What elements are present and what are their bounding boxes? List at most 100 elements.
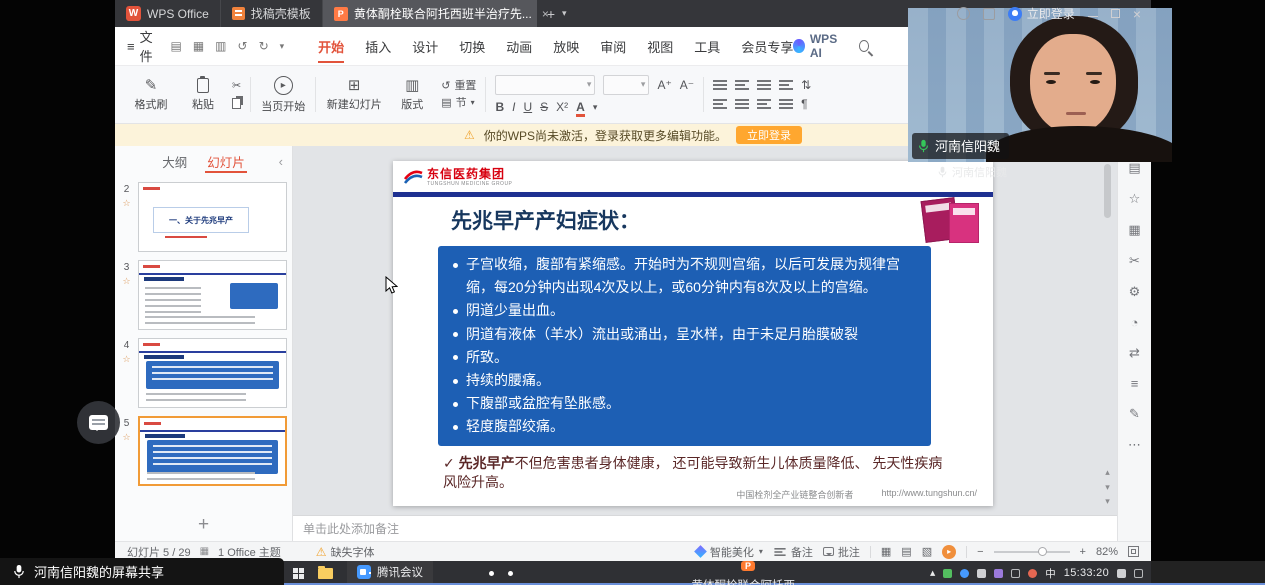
decrease-indent-icon[interactable] — [757, 80, 771, 90]
tab-home[interactable]: 开始 — [318, 27, 344, 65]
zoom-slider[interactable] — [994, 551, 1070, 553]
tab-member[interactable]: 会员专享 — [741, 27, 793, 65]
reading-view-icon[interactable]: ▧ — [922, 545, 932, 558]
underline-button[interactable]: U — [523, 100, 532, 114]
save-icon[interactable]: ▤ — [170, 39, 181, 53]
thumbnail-preview[interactable]: 一、关于先兆早产 — [138, 182, 287, 252]
outline-panel-icon[interactable]: ≡ — [1131, 376, 1139, 391]
slideshow-play-button[interactable]: ▸ — [942, 545, 956, 559]
bold-button[interactable]: B — [495, 100, 504, 114]
summary-note[interactable]: ✓ 先兆早产不但危害患者身体健康， 还可能导致新生儿体质量降低、 先天性疾病风险… — [443, 454, 948, 492]
copy-button[interactable] — [232, 98, 241, 109]
scroll-down-icon[interactable]: ▾ — [1105, 496, 1110, 507]
add-slide-button[interactable]: + — [115, 509, 292, 541]
collapse-panel-icon[interactable]: ‹ — [279, 154, 283, 169]
align-left-icon[interactable] — [713, 99, 727, 109]
scrollbar-thumb[interactable] — [1104, 164, 1111, 218]
bullet-list-icon[interactable] — [713, 80, 727, 90]
tab-insert[interactable]: 插入 — [365, 27, 391, 65]
slide-title[interactable]: 先兆早产产妇症状： — [451, 205, 640, 235]
slide-thumbnail-2[interactable]: 2 ☆ 一、关于先兆早产 — [117, 182, 287, 252]
wps-ai-button[interactable]: WPS AI — [793, 32, 844, 60]
quick-access-caret-icon[interactable]: ▾ — [280, 41, 285, 52]
cut-button[interactable]: ✂ — [232, 81, 241, 92]
symptom-text-box[interactable]: 子宫收缩，腹部有紧缩感。开始时为不规则宫缩，以后可发展为规律宫缩，每20分钟内出… — [438, 246, 931, 446]
font-size-combobox[interactable]: ▾ — [603, 75, 649, 95]
new-tab-button[interactable]: + — [547, 6, 555, 22]
normal-view-icon[interactable]: ▦ — [881, 545, 891, 558]
template-doc-tab[interactable]: 找稿壳模板 — [220, 0, 322, 27]
current-slide[interactable]: 东信医药集团 TUNGSHUN MEDICINE GROUP 先兆早产产妇症状：… — [393, 161, 993, 506]
thumbnail-preview[interactable] — [138, 260, 287, 330]
sorter-view-icon[interactable]: ▤ — [901, 545, 911, 558]
notes-placeholder[interactable]: 单击此处添加备注 — [293, 515, 1117, 541]
animation-star-icon[interactable]: ☆ — [122, 354, 130, 365]
new-slide-button[interactable]: ⊞ 新建幻灯片 — [325, 78, 383, 112]
close-window-button[interactable]: × — [1133, 6, 1141, 22]
section-button[interactable]: ▤ 节 ▾ — [441, 98, 476, 109]
comments-toggle-button[interactable]: 批注 — [823, 544, 860, 560]
help-icon[interactable] — [957, 7, 970, 20]
tab-review[interactable]: 审阅 — [600, 27, 626, 65]
login-button[interactable]: 立即登录 — [1008, 5, 1075, 22]
edit-panel-icon[interactable]: ✎ — [1129, 406, 1140, 422]
increase-font-button[interactable]: A⁺ — [657, 78, 671, 92]
tab-tools[interactable]: 工具 — [694, 27, 720, 65]
tab-design[interactable]: 设计 — [412, 27, 438, 65]
print-icon[interactable]: ▦ — [193, 39, 204, 53]
zoom-percent[interactable]: 82% — [1096, 546, 1118, 558]
meeting-chat-bubble-button[interactable] — [77, 401, 120, 444]
font-color-button[interactable]: A — [576, 100, 585, 114]
vertical-scrollbar[interactable]: ▴ ▴ ▾ ▾ — [1101, 149, 1114, 507]
tab-transition[interactable]: 切换 — [459, 27, 485, 65]
zoom-out-button[interactable]: − — [977, 546, 983, 558]
play-from-current-button[interactable]: ▸ 当页开始 — [260, 76, 306, 114]
undo-icon[interactable]: ↺ — [238, 39, 248, 53]
numbered-list-icon[interactable] — [735, 80, 749, 90]
italic-button[interactable]: I — [512, 100, 515, 114]
decrease-font-button[interactable]: A⁻ — [680, 78, 694, 92]
taskbar-wps-app[interactable]: P 黄体酮栓联合阿托西... — [230, 561, 1265, 585]
zoom-slider-knob[interactable] — [1038, 547, 1047, 556]
slide-canvas[interactable]: 东信医药集团 TUNGSHUN MEDICINE GROUP 先兆早产产妇症状：… — [293, 146, 1117, 515]
zoom-in-button[interactable]: + — [1080, 546, 1086, 558]
animation-star-icon[interactable]: ☆ — [122, 198, 130, 209]
next-slide-icon[interactable]: ▾ — [1105, 482, 1110, 493]
tab-animation[interactable]: 动画 — [506, 27, 532, 65]
justify-icon[interactable] — [779, 99, 793, 109]
clip-icon[interactable]: ✂ — [1129, 253, 1140, 269]
favorites-icon[interactable]: ☆ — [1129, 191, 1141, 207]
outline-tab[interactable]: 大纲 — [162, 146, 187, 176]
search-icon[interactable] — [859, 40, 869, 52]
animation-star-icon[interactable]: ☆ — [122, 276, 130, 287]
tab-view[interactable]: 视图 — [647, 27, 673, 65]
layout-button[interactable]: ▥ 版式 — [389, 78, 435, 112]
maximize-button[interactable] — [1111, 9, 1120, 18]
increase-indent-icon[interactable] — [779, 80, 793, 90]
screen-share-banner[interactable]: 河南信阳魏的屏幕共享 — [0, 558, 284, 585]
paragraph-mark-icon[interactable]: ¶ — [801, 97, 807, 111]
slides-tab[interactable]: 幻灯片 — [207, 146, 245, 176]
tab-slideshow[interactable]: 放映 — [553, 27, 579, 65]
export-icon[interactable]: ▥ — [215, 39, 226, 53]
line-spacing-icon[interactable]: ⇅ — [801, 78, 811, 92]
presentation-doc-tab[interactable]: P 黄体酮栓联合阿托西班半治疗先... × — [322, 0, 537, 27]
presenter-webcam-video[interactable]: 河南信阳魏 — [908, 8, 1172, 162]
more-panels-icon[interactable]: ⋯ — [1128, 437, 1141, 453]
settings-icon[interactable] — [983, 8, 995, 20]
paste-button[interactable]: 粘贴 — [180, 78, 226, 112]
reset-button[interactable]: ↺ 重置 — [441, 81, 476, 92]
layout-panel-icon[interactable]: ▦ — [1128, 222, 1140, 238]
tab-list-caret-icon[interactable]: ▾ — [562, 8, 567, 19]
slide-thumbnail-4[interactable]: 4 ☆ — [117, 338, 287, 408]
settings-gear-icon[interactable]: ⚙ — [1129, 284, 1141, 300]
align-center-icon[interactable] — [735, 99, 749, 109]
minimize-button[interactable] — [1088, 16, 1098, 17]
format-painter-button[interactable]: ✎ 格式刷 — [128, 78, 174, 112]
notes-toggle-button[interactable]: 备注 — [773, 544, 813, 560]
object-properties-icon[interactable]: ▤ — [1128, 160, 1140, 176]
strikethrough-button[interactable]: S — [540, 100, 548, 114]
missing-font-warning[interactable]: ⚠ 缺失字体 — [316, 544, 375, 560]
file-menu[interactable]: ≡ 文件 — [127, 27, 160, 65]
transition-panel-icon[interactable]: ⇄ — [1129, 345, 1140, 361]
